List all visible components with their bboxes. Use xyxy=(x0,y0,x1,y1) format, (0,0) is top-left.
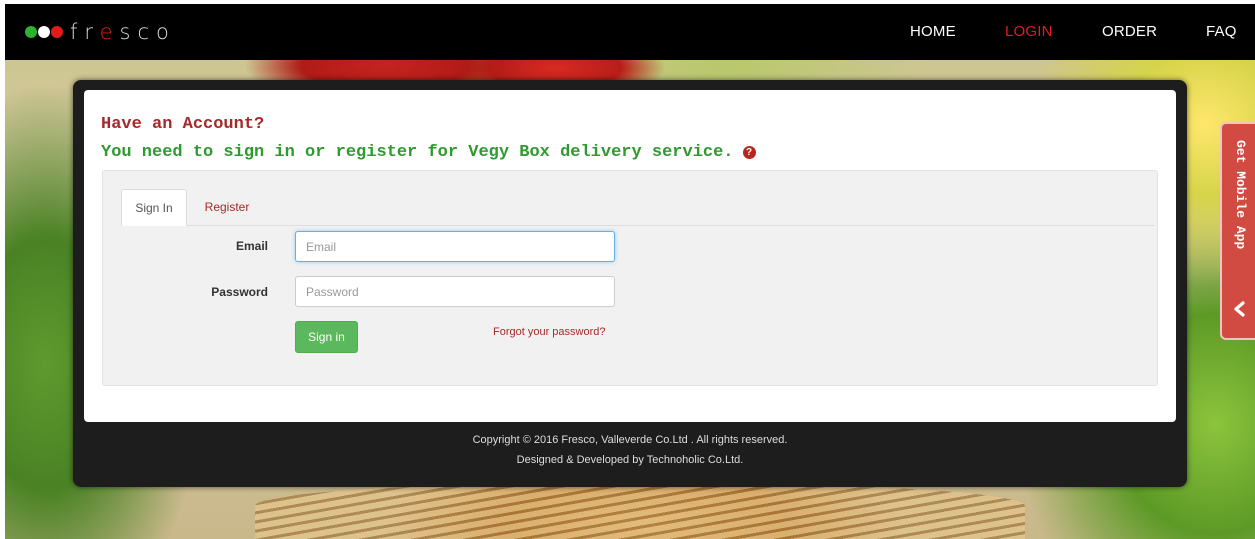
nav-home[interactable]: HOME xyxy=(910,23,956,40)
page-title: Have an Account? xyxy=(101,115,265,134)
nav-faq[interactable]: FAQ xyxy=(1206,23,1237,40)
logo[interactable]: fresco xyxy=(25,20,176,44)
login-panel: Have an Account? You need to sign in or … xyxy=(84,90,1176,422)
page-subtitle-text: You need to sign in or register for Vegy… xyxy=(101,143,734,162)
logo-dot-green xyxy=(25,26,37,38)
logo-dot-white xyxy=(38,26,50,38)
password-input[interactable] xyxy=(295,276,615,307)
tab-register[interactable]: Register xyxy=(189,189,265,226)
auth-form-box: Sign In Register Email Password Sign in … xyxy=(102,170,1158,386)
basket-image xyxy=(255,484,1025,539)
get-mobile-app-label: Get Mobile App xyxy=(1233,140,1248,250)
login-card: Have an Account? You need to sign in or … xyxy=(73,80,1187,487)
password-label: Password xyxy=(211,285,268,299)
forgot-password-link[interactable]: Forgot your password? xyxy=(493,326,606,338)
tab-divider xyxy=(121,225,1155,226)
page-subtitle: You need to sign in or register for Vegy… xyxy=(101,143,756,162)
footer: Copyright © 2016 Fresco, Valleverde Co.L… xyxy=(73,430,1187,470)
question-circle-icon[interactable]: ? xyxy=(742,146,756,159)
logo-text: fresco xyxy=(70,20,176,44)
sign-in-button[interactable]: Sign in xyxy=(295,321,358,353)
footer-copyright: Copyright © 2016 Fresco, Valleverde Co.L… xyxy=(472,434,788,446)
nav-order[interactable]: ORDER xyxy=(1102,23,1157,40)
logo-dot-red xyxy=(51,26,63,38)
page: fresco HOME LOGIN ORDER FAQ Have an Acco… xyxy=(5,4,1255,539)
footer-credits: Designed & Developed by Technoholic Co.L… xyxy=(516,454,744,466)
email-input[interactable] xyxy=(295,231,615,262)
nav-login[interactable]: LOGIN xyxy=(1005,23,1053,40)
email-label: Email xyxy=(235,239,268,253)
get-mobile-app-tab[interactable]: Get Mobile App xyxy=(1220,122,1255,340)
chevron-left-icon xyxy=(1234,301,1245,317)
tab-sign-in[interactable]: Sign In xyxy=(121,189,187,226)
navbar: fresco HOME LOGIN ORDER FAQ xyxy=(5,4,1255,60)
